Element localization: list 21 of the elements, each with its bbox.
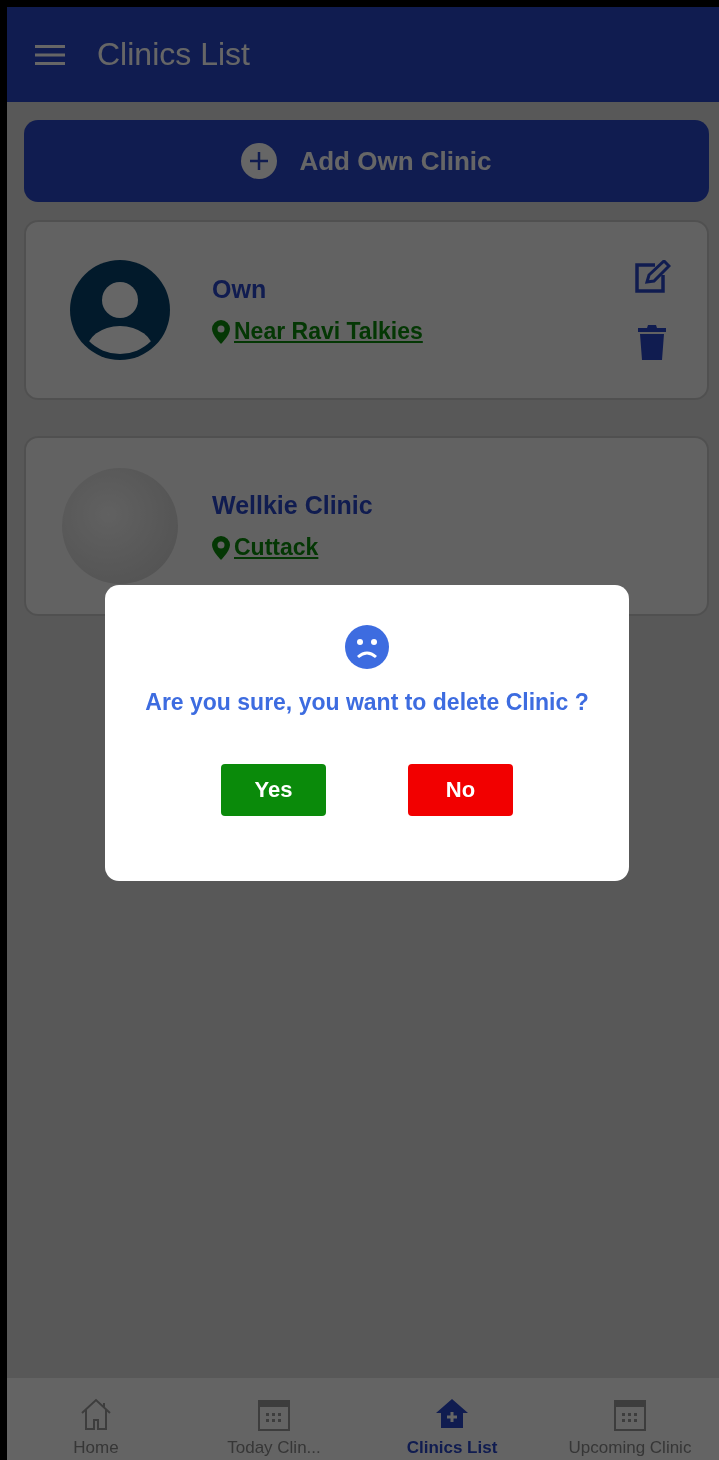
location-pin-icon [212,319,230,344]
no-button[interactable]: No [408,764,513,816]
clinic-name: Own [212,275,268,304]
clinic-name: Wellkie Clinic [212,491,374,520]
location-pin-icon [212,535,230,560]
calendar-icon [613,1398,647,1432]
clinic-location-link[interactable]: Cuttack [234,534,319,561]
calendar-icon [257,1398,291,1432]
menu-icon[interactable] [35,42,65,67]
yes-button[interactable]: Yes [221,764,326,816]
dialog-message: Are you sure, you want to delete Clinic ? [145,689,589,716]
app-bar-title: Clinics List [97,36,250,73]
clinic-card[interactable]: Own Near Ravi Talkies [24,220,709,400]
sad-face-icon [345,625,389,669]
trash-icon[interactable] [638,324,666,360]
plus-circle-icon [241,143,278,179]
edit-icon[interactable] [633,260,671,294]
add-clinic-button[interactable]: Add Own Clinic [24,120,709,202]
clinic-location-link[interactable]: Near Ravi Talkies [234,318,423,345]
user-avatar-icon [70,260,170,360]
nav-tab[interactable]: Clinics List [363,1378,541,1460]
